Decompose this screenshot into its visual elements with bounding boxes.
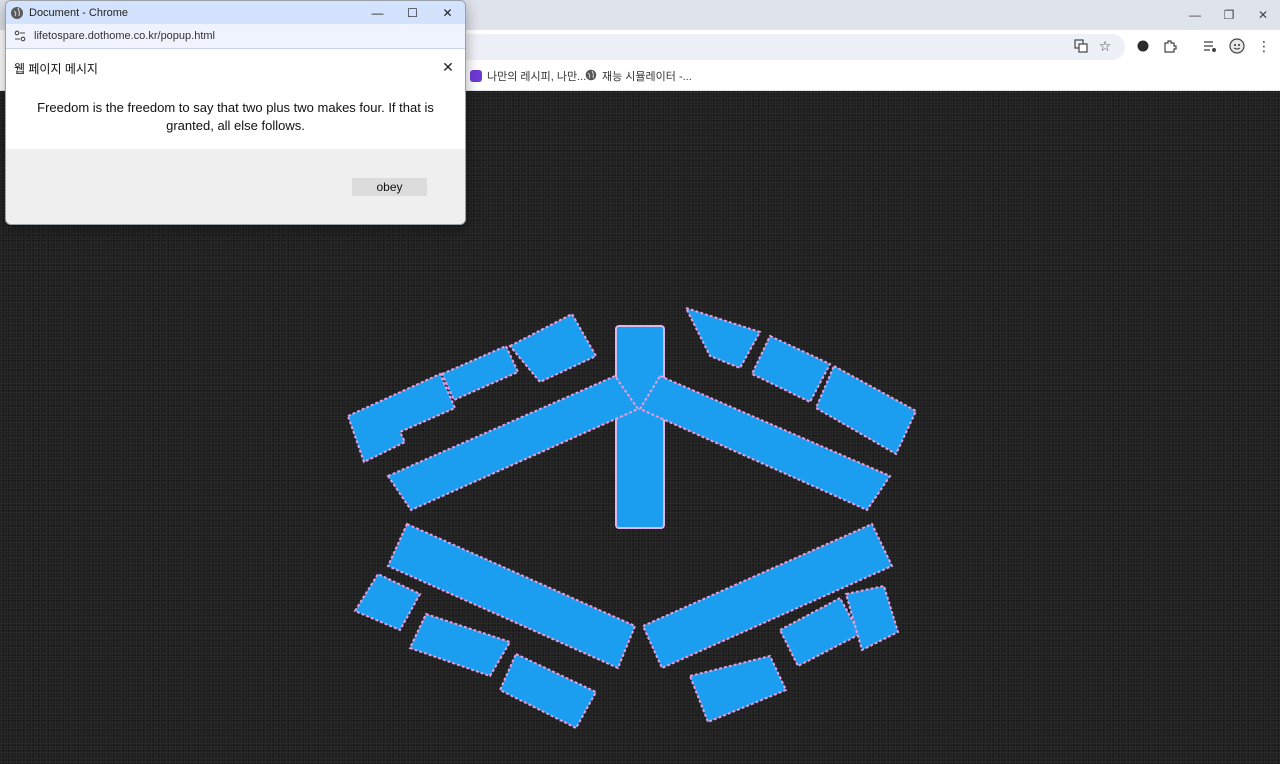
logo-center-bar [615,325,665,529]
avatar-icon[interactable] [1227,36,1247,56]
popup-window-controls: — ☐ ✕ [360,1,465,24]
popup-minimize-button[interactable]: — [360,1,395,24]
profile-dot-icon[interactable] [1133,36,1153,56]
popup-maximize-button[interactable]: ☐ [395,1,430,24]
restore-button[interactable]: ❐ [1212,0,1246,30]
window-controls: — ❐ ✕ [1178,0,1280,30]
dialog-header: 웹 페이지 메시지 ✕ [6,49,465,89]
globe-icon [585,69,597,84]
translate-icon[interactable] [1071,36,1091,56]
dialog-title: 웹 페이지 메시지 [14,62,98,76]
globe-icon [10,6,24,20]
popup-url: lifetospare.dothome.co.kr/popup.html [34,30,215,42]
bookmark-favicon-icon [470,70,482,82]
star-icon[interactable]: ☆ [1095,36,1115,56]
extensions-icon[interactable] [1160,36,1180,56]
bookmark-label: 나만의 레시피, 나만... [487,71,587,83]
bookmark-item[interactable]: 나만의 레시피, 나만... [470,67,586,85]
popup-close-button[interactable]: ✕ [430,1,465,24]
media-icon[interactable] [1200,36,1220,56]
dialog-footer: obey [6,149,465,224]
address-bar[interactable] [455,34,1125,60]
site-settings-icon[interactable] [14,30,26,42]
popup-title: Document - Chrome [29,6,129,19]
bookmark-item[interactable]: 재능 시뮬레이터 -... [585,67,692,85]
minimize-button[interactable]: — [1178,0,1212,30]
menu-icon[interactable]: ⋮ [1254,36,1274,56]
popup-titlebar: Document - Chrome — ☐ ✕ [6,1,465,24]
popup-window: Document - Chrome — ☐ ✕ lifetospare.doth… [5,0,466,225]
dialog-message: Freedom is the freedom to say that two p… [37,100,434,133]
close-button[interactable]: ✕ [1246,0,1280,30]
bookmark-label: 재능 시뮬레이터 -... [602,71,692,83]
obey-button[interactable]: obey [352,178,427,196]
logo [346,306,918,730]
popup-url-bar: lifetospare.dothome.co.kr/popup.html [6,24,465,49]
dialog-close-button[interactable]: ✕ [439,58,457,76]
